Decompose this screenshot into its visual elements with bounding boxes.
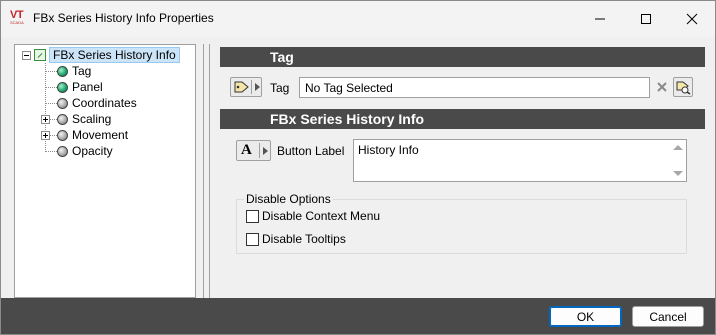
tree-item-panel[interactable]: Panel (57, 79, 103, 95)
button-label-textarea[interactable]: History Info (353, 139, 687, 182)
panel-splitter[interactable] (203, 44, 210, 298)
clear-icon (657, 82, 667, 92)
tag-icon (234, 81, 249, 93)
app-logo: VT SCADA (10, 9, 30, 26)
button-divider (259, 143, 260, 158)
history-info-icon (34, 49, 46, 61)
status-green-icon (57, 81, 68, 93)
status-green-icon (57, 65, 68, 77)
tag-browse-icon (676, 81, 691, 95)
disable-context-menu-label[interactable]: Disable Context Menu (262, 209, 380, 223)
scroll-down-icon[interactable] (673, 171, 683, 176)
font-button[interactable]: A (236, 140, 271, 161)
disable-options-title: Disable Options (244, 192, 333, 206)
status-gray-icon (57, 129, 68, 141)
tree-item-label: Panel (72, 80, 103, 94)
disable-tooltips-option[interactable]: Disable Tooltips (246, 232, 346, 246)
textarea-scrollbar[interactable] (669, 140, 686, 181)
disable-context-menu-option[interactable]: Disable Context Menu (246, 209, 380, 223)
ok-button[interactable]: OK (549, 306, 622, 327)
property-tree[interactable]: FBx Series History Info Tag Panel Coordi… (14, 44, 196, 298)
tree-item-coordinates[interactable]: Coordinates (57, 95, 137, 111)
info-section-header: FBx Series History Info (220, 109, 705, 129)
tree-item-tag[interactable]: Tag (57, 63, 91, 79)
tree-item-label: Scaling (72, 112, 112, 126)
expand-icon[interactable] (41, 130, 50, 140)
disable-tooltips-checkbox[interactable] (246, 232, 259, 246)
tree-item-label: Opacity (72, 144, 113, 158)
tree-item-label: Coordinates (72, 96, 137, 110)
dropdown-arrow-icon (255, 83, 260, 91)
tag-section-header: Tag (220, 47, 705, 67)
tag-type-button[interactable] (230, 77, 262, 97)
status-gray-icon (57, 97, 68, 109)
dropdown-arrow-icon (263, 147, 268, 155)
tree-item-movement[interactable]: Movement (41, 127, 128, 143)
font-icon: A (241, 142, 252, 158)
minimize-button[interactable] (577, 1, 623, 37)
maximize-icon (641, 14, 651, 24)
button-divider (251, 80, 252, 94)
tree-item-scaling[interactable]: Scaling (41, 111, 111, 127)
tag-field-label: Tag (270, 81, 290, 95)
expand-icon[interactable] (41, 114, 50, 124)
tree-connector (45, 87, 57, 88)
tree-connector (45, 71, 57, 72)
status-gray-icon (57, 113, 68, 125)
tree-connector (45, 103, 57, 104)
close-icon (686, 13, 698, 25)
tree-root-label: FBx Series History Info (49, 47, 180, 63)
tree-root-node[interactable]: FBx Series History Info (22, 47, 180, 63)
minimize-icon (595, 18, 605, 20)
button-label-caption: Button Label (277, 144, 345, 158)
properties-window: VT SCADA FBx Series History Info Propert… (0, 0, 716, 335)
window-title: FBx Series History Info Properties (33, 11, 214, 25)
tree-item-opacity[interactable]: Opacity (57, 143, 113, 159)
tree-item-label: Movement (72, 128, 129, 142)
scroll-up-icon[interactable] (673, 145, 683, 150)
maximize-button[interactable] (623, 1, 669, 37)
status-gray-icon (57, 145, 68, 157)
disable-context-menu-checkbox[interactable] (246, 209, 259, 223)
tag-input[interactable]: No Tag Selected (299, 77, 650, 98)
cancel-button[interactable]: Cancel (632, 306, 704, 327)
collapse-icon[interactable] (22, 50, 31, 60)
clear-tag-button[interactable] (655, 80, 669, 94)
tree-connector (45, 151, 57, 152)
tree-item-label: Tag (72, 64, 92, 78)
app-logo-subtext: SCADA (10, 20, 24, 25)
browse-tag-button[interactable] (673, 77, 693, 97)
disable-tooltips-label[interactable]: Disable Tooltips (262, 232, 346, 246)
button-label-value: History Info (358, 143, 419, 157)
close-button[interactable] (669, 1, 715, 37)
title-bar[interactable]: VT SCADA FBx Series History Info Propert… (1, 1, 715, 37)
